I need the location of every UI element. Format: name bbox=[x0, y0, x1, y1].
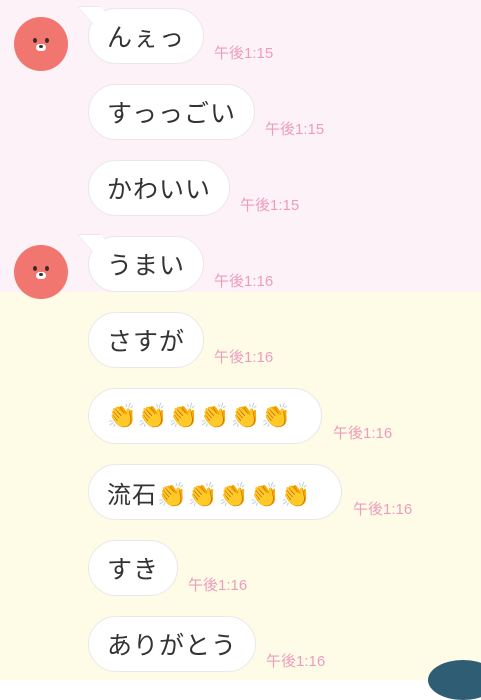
chat-message-list[interactable]: んぇっ 午後1:15 すっっごい 午後1:15 かわいい 午後1:15 うまい … bbox=[0, 0, 481, 680]
message-row: うまい 午後1:16 bbox=[0, 236, 481, 299]
message-text: すき bbox=[107, 555, 160, 584]
bear-face-avatar-icon[interactable] bbox=[14, 17, 68, 71]
message-text: 👏👏👏👏👏👏 bbox=[107, 402, 293, 430]
message-timestamp: 午後1:16 bbox=[333, 425, 393, 442]
message-bubble[interactable]: んぇっ bbox=[88, 8, 204, 64]
message-bubble[interactable]: すき bbox=[88, 540, 178, 596]
message-text: かわいい bbox=[107, 175, 212, 204]
message-row: 👏👏👏👏👏👏 午後1:16 bbox=[0, 388, 481, 448]
message-text: 流石👏👏👏👏👏 bbox=[107, 480, 312, 509]
bear-face-avatar-icon[interactable] bbox=[14, 245, 68, 299]
message-timestamp: 午後1:16 bbox=[353, 501, 413, 518]
message-bubble[interactable]: 👏👏👏👏👏👏 bbox=[88, 388, 322, 444]
message-row: ありがとう 午後1:16 bbox=[0, 616, 481, 676]
message-bubble[interactable]: さすが bbox=[88, 312, 204, 368]
message-text: うまい bbox=[107, 251, 186, 280]
message-row: んぇっ 午後1:15 bbox=[0, 8, 481, 71]
message-bubble[interactable]: うまい bbox=[88, 236, 204, 292]
message-row: かわいい 午後1:15 bbox=[0, 160, 481, 220]
message-bubble[interactable]: かわいい bbox=[88, 160, 230, 216]
partial-avatar-icon[interactable] bbox=[428, 660, 481, 700]
message-bubble[interactable]: 流石👏👏👏👏👏 bbox=[88, 464, 342, 520]
message-text: すっっごい bbox=[107, 99, 237, 128]
message-row: すっっごい 午後1:15 bbox=[0, 84, 481, 144]
message-timestamp: 午後1:16 bbox=[214, 349, 274, 366]
message-text: さすが bbox=[107, 327, 186, 356]
message-timestamp: 午後1:15 bbox=[214, 45, 274, 62]
message-bubble[interactable]: ありがとう bbox=[88, 616, 256, 672]
message-timestamp: 午後1:15 bbox=[265, 121, 325, 138]
message-row: 流石👏👏👏👏👏 午後1:16 bbox=[0, 464, 481, 524]
message-row: すき 午後1:16 bbox=[0, 540, 481, 600]
message-timestamp: 午後1:15 bbox=[240, 197, 300, 214]
message-row: さすが 午後1:16 bbox=[0, 312, 481, 372]
message-timestamp: 午後1:16 bbox=[214, 273, 274, 290]
message-text: ありがとう bbox=[107, 631, 238, 660]
message-bubble[interactable]: すっっごい bbox=[88, 84, 255, 140]
message-text: んぇっ bbox=[107, 23, 186, 52]
message-timestamp: 午後1:16 bbox=[266, 653, 326, 670]
message-timestamp: 午後1:16 bbox=[188, 577, 248, 594]
